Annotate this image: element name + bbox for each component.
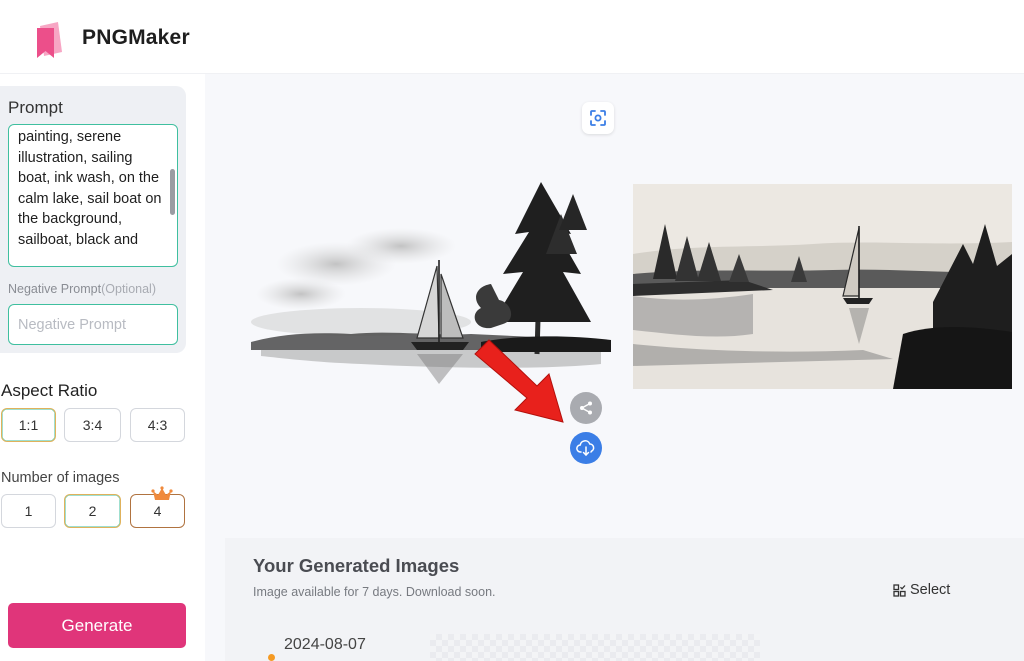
generate-button[interactable]: Generate xyxy=(8,603,186,648)
generated-images-title: Your Generated Images xyxy=(253,555,460,576)
crown-icon xyxy=(151,486,173,500)
pngmaker-logo-icon[interactable] xyxy=(34,18,70,60)
number-of-images-label: Number of images xyxy=(1,470,120,486)
aspect-ratio-label: Aspect Ratio xyxy=(1,381,98,400)
history-thumbnail-placeholder[interactable] xyxy=(430,634,760,661)
header: PNGMaker xyxy=(0,0,1024,74)
red-arrow-annotation xyxy=(474,339,564,423)
negative-prompt-input[interactable] xyxy=(8,304,178,345)
aspect-option-3-4[interactable]: 3:4 xyxy=(64,408,121,442)
prompt-label: Prompt xyxy=(8,98,63,117)
history-date: 2024-08-07 xyxy=(284,636,366,653)
sidebar: Prompt painting, serene illustration, sa… xyxy=(0,74,205,661)
share-button[interactable] xyxy=(570,392,602,424)
select-label: Select xyxy=(910,582,951,598)
aspect-option-4-3[interactable]: 4:3 xyxy=(130,408,185,442)
brand-name[interactable]: PNGMaker xyxy=(82,26,190,50)
download-button[interactable] xyxy=(570,432,602,464)
generated-image-2[interactable] xyxy=(633,184,1012,389)
prompt-card: Prompt painting, serene illustration, sa… xyxy=(0,86,186,353)
prompt-scrollbar[interactable] xyxy=(170,169,175,215)
aspect-option-1-1[interactable]: 1:1 xyxy=(1,408,56,442)
number-option-2[interactable]: 2 xyxy=(64,494,121,528)
cloud-download-icon xyxy=(576,440,595,456)
negative-prompt-label-text: Negative Prompt xyxy=(8,282,102,296)
select-grid-icon xyxy=(893,583,906,597)
main-area: Your Generated Images Image available fo… xyxy=(205,74,1024,661)
negative-prompt-label: Negative Prompt(Optional) xyxy=(8,282,156,296)
select-button[interactable]: Select xyxy=(893,582,950,598)
scan-icon xyxy=(590,110,606,126)
scan-button[interactable] xyxy=(582,102,614,134)
generated-images-section: Your Generated Images Image available fo… xyxy=(225,538,1024,661)
prompt-text[interactable]: painting, serene illustration, sailing b… xyxy=(18,127,166,250)
generated-images-notice: Image available for 7 days. Download soo… xyxy=(253,585,496,599)
number-option-1[interactable]: 1 xyxy=(1,494,56,528)
optional-tag: (Optional) xyxy=(101,282,156,296)
prompt-textarea[interactable]: painting, serene illustration, sailing b… xyxy=(8,124,178,267)
timeline-dot xyxy=(268,654,275,661)
share-icon xyxy=(580,401,592,415)
